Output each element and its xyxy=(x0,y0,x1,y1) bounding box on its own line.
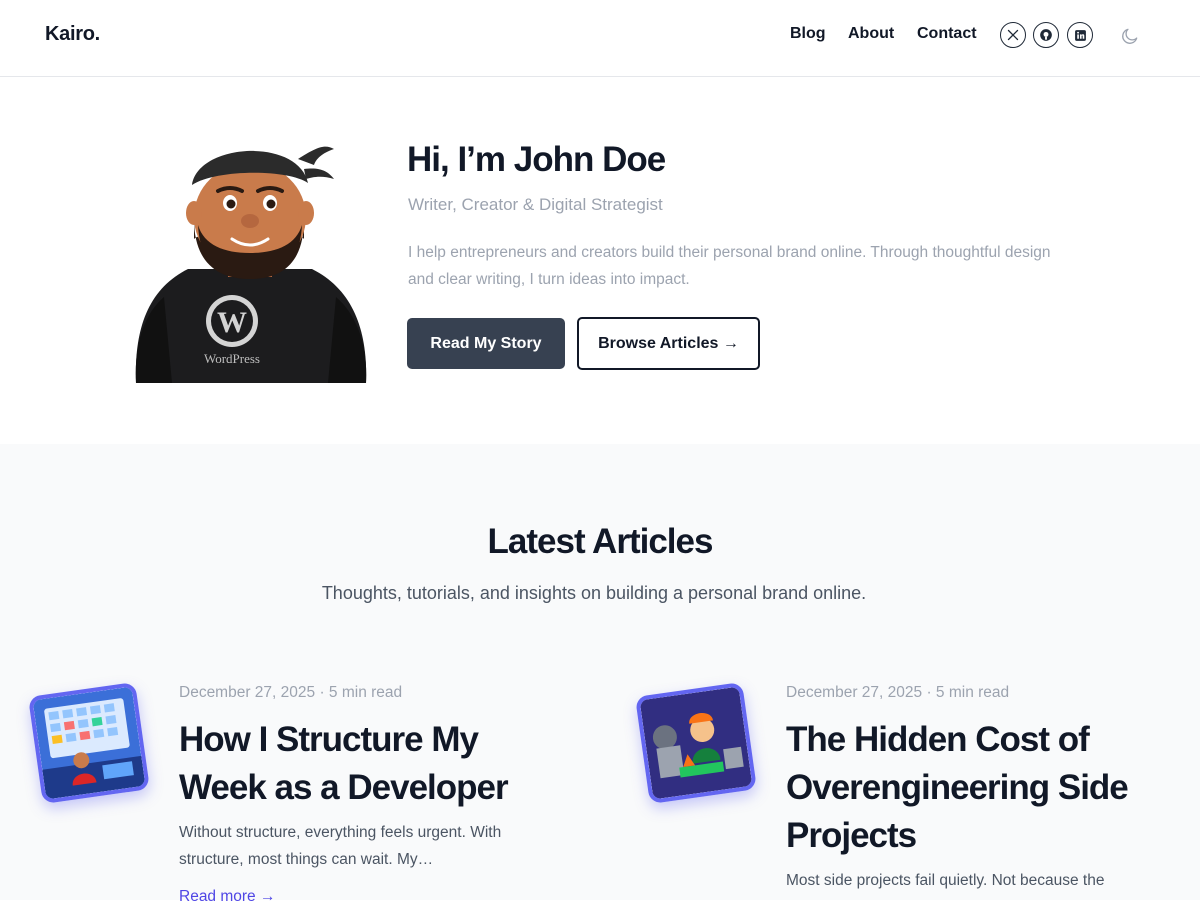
site-header: Kairo. Blog About Contact xyxy=(0,0,1200,77)
avatar-badge-text: WordPress xyxy=(204,351,260,366)
article-title[interactable]: The Hidden Cost of Overengineering Side … xyxy=(786,716,1166,860)
section-title: Latest Articles xyxy=(487,522,714,561)
hero-section: W WordPress Hi, I’m John Doe Writer, Cre… xyxy=(0,77,1200,444)
nav-blog[interactable]: Blog xyxy=(790,25,826,43)
article-excerpt: Without structure, everything feels urge… xyxy=(179,824,502,868)
article-excerpt: Most side projects fail quietly. Not bec… xyxy=(786,872,1105,889)
hero-description: I help entrepreneurs and creators build … xyxy=(408,244,1051,288)
site-logo[interactable]: Kairo. xyxy=(45,23,100,46)
article-meta: December 27, 2025 · 5 min read xyxy=(179,684,403,701)
x-icon[interactable] xyxy=(1000,22,1026,48)
linkedin-icon[interactable] xyxy=(1067,22,1093,48)
github-icon[interactable] xyxy=(1033,22,1059,48)
avatar: W WordPress xyxy=(128,129,372,383)
hero-subtitle: Writer, Creator & Digital Strategist xyxy=(408,195,663,214)
read-more-link[interactable]: Read more → xyxy=(179,888,275,906)
article-meta: December 27, 2025 · 5 min read xyxy=(786,684,1010,701)
section-subtitle: Thoughts, tutorials, and insights on bui… xyxy=(321,583,867,603)
latest-articles-section: Latest Articles Thoughts, tutorials, and… xyxy=(0,444,1200,905)
nav-about[interactable]: About xyxy=(848,25,894,43)
article-thumbnail[interactable] xyxy=(635,682,757,804)
browse-articles-button[interactable]: Browse Articles → xyxy=(577,317,760,370)
nav-contact[interactable]: Contact xyxy=(917,25,977,43)
article-title[interactable]: How I Structure My Week as a Developer xyxy=(179,716,559,812)
moon-icon[interactable] xyxy=(1120,26,1140,46)
hero-title: Hi, I’m John Doe xyxy=(407,140,666,179)
svg-text:W: W xyxy=(217,306,247,339)
article-thumbnail[interactable] xyxy=(28,682,150,804)
read-my-story-button[interactable]: Read My Story xyxy=(407,318,565,369)
